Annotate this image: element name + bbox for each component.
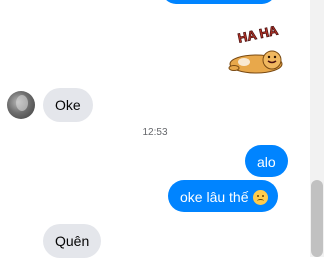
message-text: alo: [257, 154, 276, 170]
sticker-text: HA HA: [236, 24, 280, 46]
outgoing-message-partial[interactable]: [162, 0, 276, 4]
contact-avatar[interactable]: [7, 91, 35, 119]
message-text: Quên: [55, 233, 90, 249]
incoming-message-quen[interactable]: Quên: [43, 224, 102, 258]
incoming-message-oke[interactable]: Oke: [43, 88, 93, 122]
chat-thread: HA HA Oke 12:53 alo oke lâu thế Quên: [0, 0, 310, 258]
scrollbar-thumb[interactable]: [311, 180, 323, 257]
frowning-face-icon: [252, 190, 268, 205]
laughing-dog-sticker[interactable]: HA HA: [222, 24, 288, 76]
timestamp: 12:53: [142, 127, 168, 138]
outgoing-message-lau[interactable]: oke lâu thế: [168, 180, 278, 212]
message-text: oke lâu thế: [180, 189, 249, 205]
outgoing-message-alo[interactable]: alo: [245, 145, 288, 177]
message-text: Oke: [55, 97, 81, 113]
